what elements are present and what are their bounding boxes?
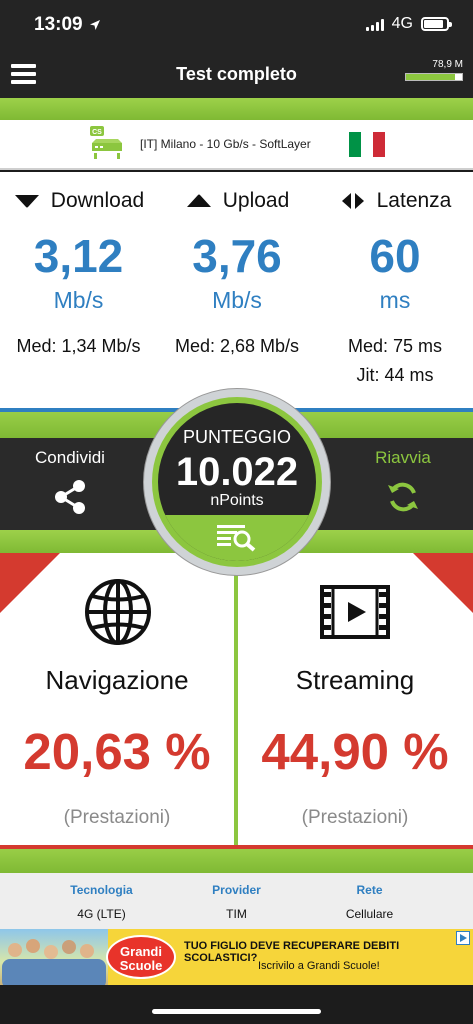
score-unit: nPoints bbox=[210, 492, 264, 509]
details-search-icon bbox=[217, 525, 256, 552]
download-label: Download bbox=[50, 189, 145, 212]
restart-label: Riavvia bbox=[375, 448, 431, 467]
streaming-sub: (Prestazioni) bbox=[301, 807, 409, 828]
server-icon: CS bbox=[90, 126, 122, 159]
signal-icon bbox=[365, 18, 384, 31]
globe-icon bbox=[85, 579, 151, 645]
connection-info: Tecnologia 4G (LTE) Provider TIM Rete Ce… bbox=[0, 873, 473, 929]
page-title: Test completo bbox=[176, 64, 297, 84]
browsing-value: 20,63 % bbox=[23, 723, 211, 780]
ad-cta: Iscrivilo a Grandi Scuole! bbox=[258, 960, 380, 972]
ad-brand-logo: Grandi Scuole bbox=[106, 935, 176, 979]
film-icon bbox=[320, 585, 390, 639]
download-metric: Download 3,12 Mb/s Med: 1,34 Mb/s bbox=[0, 172, 157, 357]
share-label: Condividi bbox=[35, 448, 105, 467]
clock: 13:09 bbox=[34, 14, 83, 35]
latency-metric: Latenza 60 ms Med: 75 ms Jit: 44 ms bbox=[317, 172, 473, 386]
latency-value: 60 bbox=[369, 230, 421, 282]
upload-metric: Upload 3,76 Mb/s Med: 2,68 Mb/s bbox=[157, 172, 317, 357]
browsing-label: Navigazione bbox=[45, 665, 189, 695]
download-value: 3,12 bbox=[33, 230, 124, 282]
streaming-label: Streaming bbox=[295, 665, 415, 695]
streaming-value: 44,90 % bbox=[261, 723, 449, 780]
latency-median: Med: 75 ms bbox=[347, 336, 443, 356]
ad-photo bbox=[0, 929, 108, 985]
upload-median: Med: 2,68 Mb/s bbox=[174, 336, 300, 356]
upload-value: 3,76 bbox=[192, 230, 282, 282]
server-label: [IT] Milano - 10 Gb/s - SoftLayer bbox=[140, 137, 311, 151]
network-type: 4G bbox=[391, 15, 413, 32]
upload-unit: Mb/s bbox=[212, 287, 262, 313]
upload-icon bbox=[186, 194, 211, 207]
home-indicator[interactable] bbox=[152, 1009, 321, 1014]
latency-label: Latenza bbox=[376, 189, 452, 212]
streaming-panel: Streaming 44,90 % (Prestazioni) bbox=[238, 553, 472, 829]
download-median: Med: 1,34 Mb/s bbox=[16, 336, 141, 356]
battery-icon bbox=[421, 17, 452, 31]
latency-unit: ms bbox=[379, 287, 411, 313]
server-row[interactable]: CS [IT] Milano - 10 Gb/s - SoftLayer bbox=[0, 120, 473, 170]
browsing-panel: Navigazione 20,63 % (Prestazioni) bbox=[0, 553, 234, 829]
status-bar: 13:09 4G bbox=[0, 0, 473, 52]
latency-icon bbox=[341, 193, 364, 209]
bottom-stripe bbox=[0, 845, 473, 873]
location-arrow-icon bbox=[89, 20, 100, 30]
app-header: Test completo 78,9 M bbox=[0, 52, 473, 98]
share-button[interactable]: Condividi bbox=[0, 448, 140, 521]
browsing-sub: (Prestazioni) bbox=[63, 807, 171, 828]
status-time: 13:09 bbox=[34, 14, 101, 36]
network-info: Rete Cellulare bbox=[345, 883, 394, 921]
ad-banner[interactable]: Grandi Scuole TUO FIGLIO DEVE RECUPERARE… bbox=[0, 929, 473, 985]
download-icon bbox=[14, 195, 39, 208]
technology-info: Tecnologia 4G (LTE) bbox=[70, 883, 133, 921]
latency-jitter: Jit: 44 ms bbox=[356, 365, 434, 385]
download-unit: Mb/s bbox=[53, 287, 104, 313]
share-icon bbox=[55, 480, 85, 514]
score-badge[interactable]: PUNTEGGIO 10.022 nPoints bbox=[143, 388, 331, 576]
quality-section: Navigazione 20,63 % (Prestazioni) Stream… bbox=[0, 553, 473, 845]
svg-text:CS: CS bbox=[92, 129, 102, 136]
speed-metrics: Download 3,12 Mb/s Med: 1,34 Mb/s Upload… bbox=[0, 172, 473, 408]
refresh-icon bbox=[388, 482, 418, 512]
memory-label: 78,9 M bbox=[432, 59, 463, 70]
ad-choices-icon[interactable] bbox=[456, 931, 470, 945]
top-stripe bbox=[0, 98, 473, 120]
score-value: 10.022 bbox=[175, 450, 299, 494]
memory-indicator: 78,9 M bbox=[405, 59, 463, 81]
upload-label: Upload bbox=[222, 189, 290, 212]
restart-button[interactable]: Riavvia bbox=[333, 448, 473, 521]
score-label: PUNTEGGIO bbox=[182, 427, 291, 447]
italy-flag-icon bbox=[349, 132, 385, 157]
